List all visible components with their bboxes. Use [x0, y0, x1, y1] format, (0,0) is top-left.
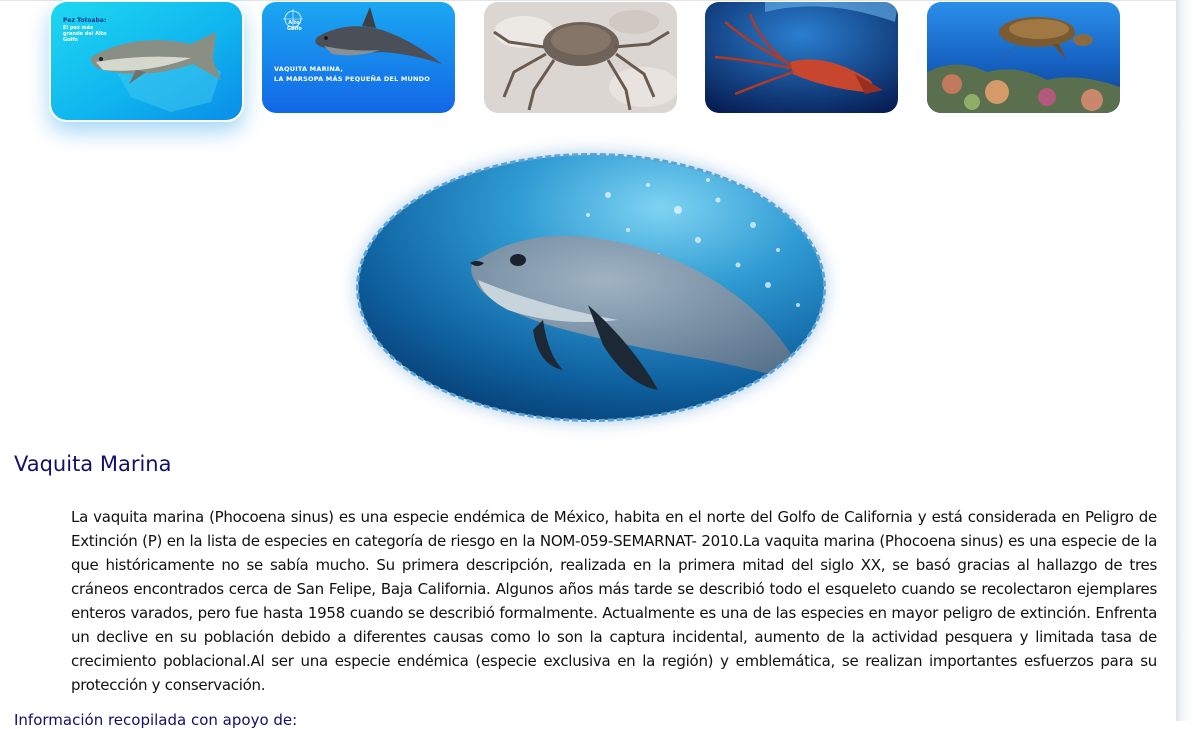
article-body: La vaquita marina (Phocoena sinus) es un…	[71, 508, 1157, 694]
crab-image	[484, 2, 677, 113]
page-title: Vaquita Marina	[14, 452, 172, 476]
vaquita-marina-photo	[358, 155, 824, 420]
sea-turtle-image	[927, 2, 1120, 113]
thumbnail-caption: El pez más grande del Alto Golfo	[63, 25, 107, 43]
thumbnail-title: Pez Totoaba:	[63, 17, 107, 24]
alto-golfo-logo-text: Alto Golfo	[287, 20, 302, 32]
squid-image	[705, 2, 898, 113]
thumbnail-crab[interactable]	[484, 2, 677, 113]
thumbnail-sea-turtle[interactable]	[927, 2, 1120, 113]
caption-line-2: LA MARSOPA MÁS PEQUEÑA DEL MUNDO	[274, 75, 430, 83]
vaquita-hero-image	[358, 155, 824, 420]
thumbnail-vaquita-poster[interactable]: Alto Golfo VAQUITA MARINA, LA MARSOPA MÁ…	[262, 2, 455, 113]
info-source-link[interactable]: Información recopilada con apoyo de:	[14, 711, 297, 729]
caption-line-1: VAQUITA MARINA,	[274, 65, 344, 73]
thumbnail-squid[interactable]	[705, 2, 898, 113]
thumbnail-totoaba[interactable]: Pez Totoaba: El pez más grande del Alto …	[49, 0, 244, 122]
scrollbar-track[interactable]	[1176, 0, 1193, 721]
vaquita-poster-image	[262, 2, 455, 113]
thumbnail-caption: VAQUITA MARINA, LA MARSOPA MÁS PEQUEÑA D…	[274, 64, 430, 84]
